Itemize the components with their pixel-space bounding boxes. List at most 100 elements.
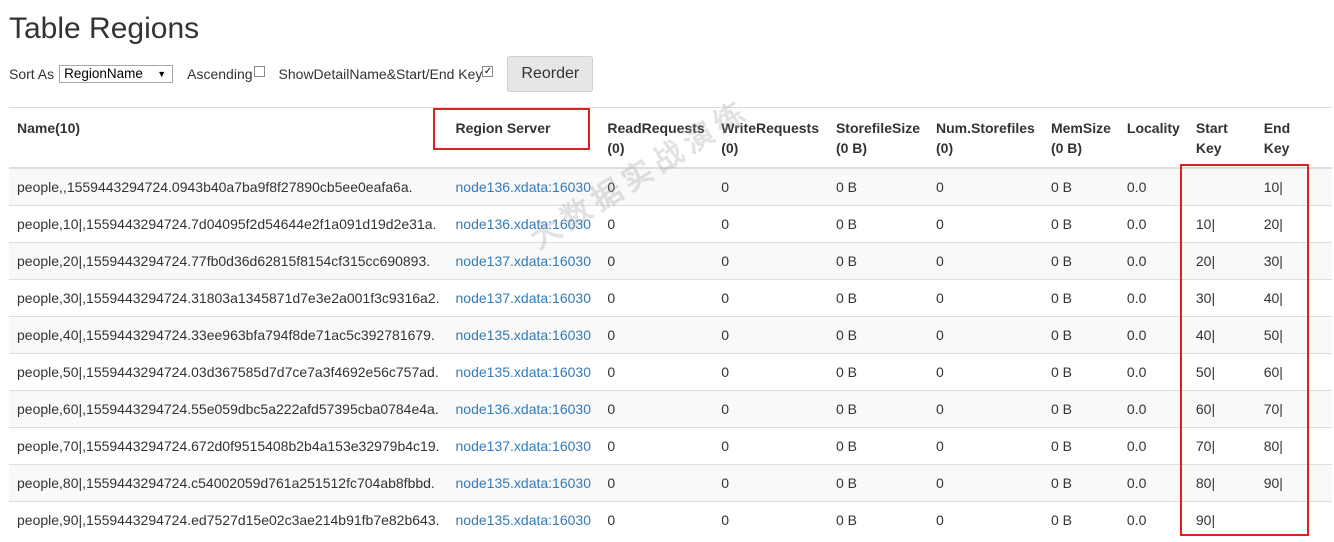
- table-body: people,,1559443294724.0943b40a7ba9f8f278…: [9, 167, 1332, 538]
- region-server-cell: node135.xdata:16030: [447, 501, 600, 538]
- column-header-num-storefiles[interactable]: Num.Storefiles (0): [928, 107, 1043, 169]
- storefile-size-cell: 0 B: [827, 205, 928, 243]
- num-storefiles-cell: 0: [928, 279, 1043, 317]
- num-storefiles-cell: 0: [928, 167, 1043, 206]
- num-storefiles-cell: 0: [928, 316, 1043, 354]
- column-header-label: Num.Storefiles: [936, 120, 1035, 136]
- region-server-link[interactable]: node137.xdata:16030: [456, 290, 591, 306]
- write-requests-cell: 0: [713, 427, 828, 465]
- write-requests-cell: 0: [713, 242, 828, 280]
- storefile-size-cell: 0 B: [827, 353, 928, 391]
- write-requests-cell: 0: [713, 501, 828, 538]
- region-server-cell: node135.xdata:16030: [447, 464, 600, 502]
- table-row: people,80|,1559443294724.c54002059d761a2…: [9, 464, 1332, 502]
- write-requests-cell: 0: [713, 205, 828, 243]
- ascending-checkbox[interactable]: [253, 65, 265, 77]
- num-storefiles-cell: 0: [928, 353, 1043, 391]
- write-requests-cell: 0: [713, 279, 828, 317]
- column-header-sublabel: (0 B): [1050, 140, 1083, 156]
- storefile-size-cell: 0 B: [827, 427, 928, 465]
- locality-cell: 0.0: [1118, 390, 1188, 428]
- column-header-name[interactable]: Name(10): [9, 107, 448, 169]
- column-header-sublabel: Key: [1195, 140, 1222, 156]
- sort-select[interactable]: RegionName ▼: [59, 65, 174, 83]
- column-header-start-key[interactable]: Start Key: [1187, 107, 1256, 169]
- read-requests-cell: 0: [599, 353, 714, 391]
- region-server-link[interactable]: node135.xdata:16030: [456, 364, 591, 380]
- region-server-link[interactable]: node137.xdata:16030: [456, 253, 591, 269]
- memsize-cell: 0 B: [1042, 427, 1119, 465]
- region-server-cell: node137.xdata:16030: [447, 279, 600, 317]
- locality-cell: 0.0: [1118, 242, 1188, 280]
- read-requests-cell: 0: [599, 316, 714, 354]
- write-requests-cell: 0: [713, 390, 828, 428]
- table-row: people,50|,1559443294724.03d367585d7d7ce…: [9, 353, 1332, 391]
- region-name-cell: people,40|,1559443294724.33ee963bfa794f8…: [9, 316, 448, 354]
- column-header-end-key[interactable]: End Key: [1255, 107, 1332, 169]
- num-storefiles-cell: 0: [928, 464, 1043, 502]
- column-header-label: Locality: [1126, 120, 1180, 136]
- locality-cell: 0.0: [1118, 464, 1188, 502]
- region-server-cell: node135.xdata:16030: [447, 353, 600, 391]
- column-header-label: Start: [1195, 120, 1228, 136]
- storefile-size-cell: 0 B: [827, 464, 928, 502]
- num-storefiles-cell: 0: [928, 242, 1043, 280]
- table-row: people,60|,1559443294724.55e059dbc5a222a…: [9, 390, 1332, 428]
- show-detail-label: ShowDetailName&Start/End Key: [278, 66, 483, 82]
- region-name-cell: people,30|,1559443294724.31803a1345871d7…: [9, 279, 448, 317]
- table-row: people,10|,1559443294724.7d04095f2d54644…: [9, 205, 1332, 243]
- column-header-sublabel: Key: [1263, 140, 1290, 156]
- read-requests-cell: 0: [599, 279, 714, 317]
- sort-select-value: RegionName: [64, 66, 143, 81]
- num-storefiles-cell: 0: [928, 205, 1043, 243]
- page-title: Table Regions: [9, 12, 200, 45]
- sort-label: Sort As: [9, 66, 55, 82]
- locality-cell: 0.0: [1118, 427, 1188, 465]
- region-name-cell: people,10|,1559443294724.7d04095f2d54644…: [9, 205, 448, 243]
- column-header-storefile-size[interactable]: StorefileSize (0 B): [827, 107, 928, 169]
- read-requests-cell: 0: [599, 427, 714, 465]
- ascending-label: Ascending: [187, 66, 253, 82]
- region-server-cell: node137.xdata:16030: [447, 427, 600, 465]
- memsize-cell: 0 B: [1042, 205, 1119, 243]
- memsize-cell: 0 B: [1042, 167, 1119, 206]
- chevron-down-icon: ▼: [157, 69, 167, 79]
- memsize-cell: 0 B: [1042, 279, 1119, 317]
- write-requests-cell: 0: [713, 464, 828, 502]
- storefile-size-cell: 0 B: [827, 279, 928, 317]
- region-server-link[interactable]: node137.xdata:16030: [456, 438, 591, 454]
- storefile-size-cell: 0 B: [827, 167, 928, 206]
- region-name-cell: people,50|,1559443294724.03d367585d7d7ce…: [9, 353, 448, 391]
- region-server-link[interactable]: node135.xdata:16030: [456, 327, 591, 343]
- region-server-highlight-box: [433, 108, 590, 150]
- show-detail-checkbox[interactable]: ✓: [482, 65, 494, 77]
- region-server-link[interactable]: node136.xdata:16030: [456, 401, 591, 417]
- read-requests-cell: 0: [599, 242, 714, 280]
- column-header-locality[interactable]: Locality: [1118, 107, 1188, 169]
- table-row: people,90|,1559443294724.ed7527d15e02c3a…: [9, 501, 1332, 538]
- column-header-label: Name(10): [17, 120, 81, 136]
- controls-bar: Sort As RegionName ▼ Ascending ShowDetai…: [9, 56, 594, 92]
- table-row: people,30|,1559443294724.31803a1345871d7…: [9, 279, 1332, 317]
- locality-cell: 0.0: [1118, 316, 1188, 354]
- num-storefiles-cell: 0: [928, 427, 1043, 465]
- memsize-cell: 0 B: [1042, 501, 1119, 538]
- storefile-size-cell: 0 B: [827, 501, 928, 538]
- region-server-link[interactable]: node135.xdata:16030: [456, 475, 591, 491]
- column-header-label: StorefileSize: [835, 120, 920, 136]
- num-storefiles-cell: 0: [928, 390, 1043, 428]
- locality-cell: 0.0: [1118, 501, 1188, 538]
- storefile-size-cell: 0 B: [827, 242, 928, 280]
- region-name-cell: people,70|,1559443294724.672d0f9515408b2…: [9, 427, 448, 465]
- column-header-label: End: [1263, 120, 1291, 136]
- region-name-cell: people,,1559443294724.0943b40a7ba9f8f278…: [9, 167, 448, 206]
- memsize-cell: 0 B: [1042, 464, 1119, 502]
- region-server-link[interactable]: node135.xdata:16030: [456, 512, 591, 528]
- table-row: people,20|,1559443294724.77fb0d36d62815f…: [9, 242, 1332, 280]
- memsize-cell: 0 B: [1042, 390, 1119, 428]
- reorder-button[interactable]: Reorder: [507, 56, 594, 92]
- table-row: people,70|,1559443294724.672d0f9515408b2…: [9, 427, 1332, 465]
- region-server-cell: node135.xdata:16030: [447, 316, 600, 354]
- column-header-memsize[interactable]: MemSize (0 B): [1042, 107, 1119, 169]
- write-requests-cell: 0: [713, 353, 828, 391]
